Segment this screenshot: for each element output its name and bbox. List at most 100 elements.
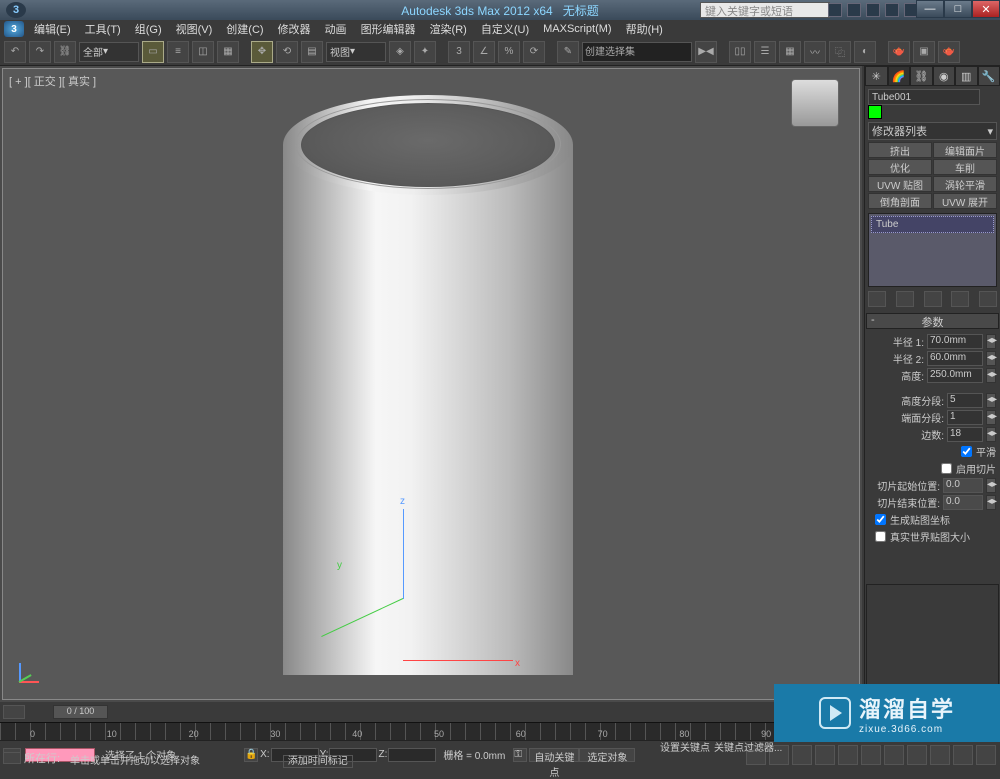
tab-utilities-icon[interactable]: 🔧 xyxy=(978,66,1000,86)
tab-hierarchy-icon[interactable]: ⛓ xyxy=(910,66,933,86)
favorites-icon[interactable] xyxy=(885,3,899,17)
render-frame-icon[interactable]: ▣ xyxy=(913,41,935,63)
heightseg-spinner[interactable]: 5 xyxy=(947,393,983,408)
nav-zoom-icon[interactable] xyxy=(884,745,904,765)
render-production-icon[interactable]: 🫖 xyxy=(938,41,960,63)
remove-modifier-icon[interactable] xyxy=(951,291,969,307)
mod-btn-turbosmooth[interactable]: 涡轮平滑 xyxy=(933,176,997,192)
prompt-toggle-icon[interactable] xyxy=(3,752,21,764)
select-object-icon[interactable]: ▭ xyxy=(142,41,164,63)
add-time-tag-button[interactable]: 添加时间标记 xyxy=(283,755,353,768)
autokey-button[interactable]: 自动关键点 xyxy=(529,748,579,762)
height-spinner[interactable]: 250.0mm xyxy=(927,368,983,383)
realworld-checkbox[interactable] xyxy=(875,531,886,542)
nav-fov-icon[interactable] xyxy=(930,745,950,765)
track-bar[interactable]: 01020 304050 607080 90100 xyxy=(0,722,862,740)
search-icon[interactable] xyxy=(828,3,842,17)
schematic-view-icon[interactable]: ⿻ xyxy=(829,41,851,63)
select-scale-icon[interactable]: ▤ xyxy=(301,41,323,63)
menu-group[interactable]: 组(G) xyxy=(129,21,168,37)
time-slider-handle[interactable]: 0 / 100 xyxy=(53,705,108,719)
select-region-icon[interactable]: ◫ xyxy=(192,41,214,63)
gen-mapping-checkbox[interactable] xyxy=(875,514,886,525)
object-color-swatch[interactable] xyxy=(868,105,882,119)
make-unique-icon[interactable] xyxy=(924,291,942,307)
slice-on-checkbox[interactable] xyxy=(941,463,952,474)
close-button[interactable]: ✕ xyxy=(972,0,1000,18)
spinner-arrows-icon[interactable]: ◂▸ xyxy=(986,334,996,349)
tab-display-icon[interactable]: ▥ xyxy=(955,66,978,86)
undo-icon[interactable]: ↶ xyxy=(4,41,26,63)
play-icon[interactable] xyxy=(792,745,812,765)
curve-editor-icon[interactable]: 〰 xyxy=(804,41,826,63)
minimize-button[interactable]: — xyxy=(916,0,944,18)
mod-btn-lathe[interactable]: 车削 xyxy=(933,159,997,175)
menu-views[interactable]: 视图(V) xyxy=(170,21,219,37)
spinner-arrows-icon[interactable]: ◂▸ xyxy=(986,368,996,383)
time-slider[interactable]: 0 / 100 xyxy=(0,702,862,722)
spinner-arrows-icon[interactable]: ◂▸ xyxy=(986,393,996,408)
layer-manager-icon[interactable]: ☰ xyxy=(754,41,776,63)
viewport-orthographic[interactable]: [ + ][ 正交 ][ 真实 ] zxy xyxy=(2,68,860,700)
tab-modify-icon[interactable]: 🌈 xyxy=(888,66,911,86)
mirror-icon[interactable]: ▶◀ xyxy=(695,41,717,63)
mod-btn-editpatch[interactable]: 编辑面片 xyxy=(933,142,997,158)
redo-icon[interactable]: ↷ xyxy=(29,41,51,63)
nav-maximize-icon[interactable] xyxy=(976,745,996,765)
menu-create[interactable]: 创建(C) xyxy=(220,21,269,37)
menu-rendering[interactable]: 渲染(R) xyxy=(424,21,473,37)
menu-customize[interactable]: 自定义(U) xyxy=(475,21,535,37)
spinner-arrows-icon[interactable]: ◂▸ xyxy=(986,351,996,366)
align-icon[interactable]: ▯▯ xyxy=(729,41,751,63)
named-selection-set-dropdown[interactable]: 创建选择集 xyxy=(582,42,692,62)
goto-end-icon[interactable] xyxy=(838,745,858,765)
timeslider-mode-icon[interactable] xyxy=(3,705,25,719)
rollout-parameters-header[interactable]: -参数 xyxy=(866,313,999,329)
select-rotate-icon[interactable]: ⟲ xyxy=(276,41,298,63)
menu-tools[interactable]: 工具(T) xyxy=(79,21,127,37)
mod-btn-bevelprofile[interactable]: 倒角剖面 xyxy=(868,193,932,209)
nav-orbit-icon[interactable] xyxy=(953,745,973,765)
subscription-icon[interactable] xyxy=(847,3,861,17)
mod-btn-extrude[interactable]: 挤出 xyxy=(868,142,932,158)
menu-edit[interactable]: 编辑(E) xyxy=(28,21,77,37)
pin-stack-icon[interactable] xyxy=(868,291,886,307)
window-crossing-icon[interactable]: ▦ xyxy=(217,41,239,63)
select-move-icon[interactable]: ✥ xyxy=(251,41,273,63)
stack-item-tube[interactable]: Tube xyxy=(871,216,994,233)
mod-btn-optimize[interactable]: 优化 xyxy=(868,159,932,175)
tab-create-icon[interactable]: ✳ xyxy=(865,66,888,86)
snap-toggle-icon[interactable]: 3 xyxy=(448,41,470,63)
nav-zoomext-icon[interactable] xyxy=(907,745,927,765)
smooth-checkbox[interactable] xyxy=(961,446,972,457)
select-by-name-icon[interactable]: ≡ xyxy=(167,41,189,63)
setkey-button[interactable]: 设置关键点 xyxy=(660,739,710,754)
material-editor-icon[interactable]: ◐ xyxy=(854,41,876,63)
help-search-input[interactable]: 键入关键字或短语 xyxy=(700,2,830,18)
render-setup-icon[interactable]: 🫖 xyxy=(888,41,910,63)
pivot-center-icon[interactable]: ◈ xyxy=(389,41,411,63)
modifier-list-dropdown[interactable]: 修改器列表▾ xyxy=(868,122,997,140)
show-end-result-icon[interactable] xyxy=(896,291,914,307)
selection-filter-dropdown[interactable]: 全部 ▾ xyxy=(79,42,139,62)
menu-modifiers[interactable]: 修改器 xyxy=(272,21,317,37)
tab-motion-icon[interactable]: ◉ xyxy=(933,66,956,86)
selection-set-status[interactable]: 选定对象 xyxy=(579,748,635,762)
spinner-arrows-icon[interactable]: ◂▸ xyxy=(986,410,996,425)
configure-sets-icon[interactable] xyxy=(979,291,997,307)
maximize-button[interactable]: □ xyxy=(944,0,972,18)
menu-maxscript[interactable]: MAXScript(M) xyxy=(537,23,617,35)
mod-btn-uvwunwrap[interactable]: UVW 展开 xyxy=(933,193,997,209)
application-menu-icon[interactable]: 3 xyxy=(4,21,24,37)
menu-animation[interactable]: 动画 xyxy=(319,21,353,37)
edit-selection-set-icon[interactable]: ✎ xyxy=(557,41,579,63)
spinner-snap-icon[interactable]: ⟳ xyxy=(523,41,545,63)
scene-object-tube[interactable] xyxy=(283,85,573,695)
nav-pan-icon[interactable] xyxy=(861,745,881,765)
viewcube-icon[interactable] xyxy=(791,79,839,127)
viewport-label[interactable]: [ + ][ 正交 ][ 真实 ] xyxy=(9,73,96,89)
refcoord-dropdown[interactable]: 视图 ▾ xyxy=(326,42,386,62)
menu-help[interactable]: 帮助(H) xyxy=(620,21,669,37)
percent-snap-icon[interactable]: % xyxy=(498,41,520,63)
menu-grapheditors[interactable]: 图形编辑器 xyxy=(355,21,422,37)
